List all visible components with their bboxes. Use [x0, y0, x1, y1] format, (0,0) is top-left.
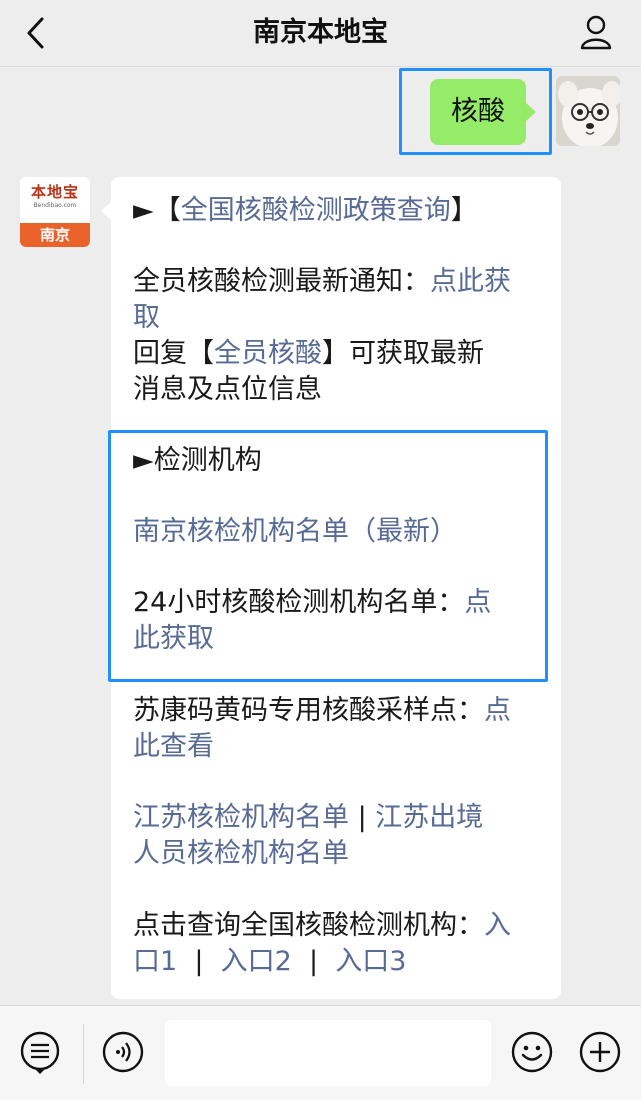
reply-line-2b: 取	[133, 300, 543, 336]
reply-line-5: ►检测机构	[133, 443, 543, 479]
dog-avatar-image	[556, 76, 620, 146]
profile-button[interactable]	[579, 14, 613, 50]
reply-line-2: 全员核酸检测最新通知：点此获	[133, 264, 543, 300]
national-query-text: 点击查询全国核酸检测机构：	[133, 910, 484, 941]
policy-prefix: ►【	[133, 195, 181, 226]
voice-icon	[102, 1031, 144, 1073]
nanjing-list-link[interactable]: 南京核检机构名单（最新）	[133, 516, 457, 547]
received-message-bubble: ►【全国核酸检测政策查询】 全员核酸检测最新通知：点此获 取 回复【全员核酸】可…	[101, 177, 561, 999]
reply-hint-prefix: 回复【	[133, 338, 214, 369]
bot-avatar-brand: 本地宝	[30, 183, 79, 201]
reply-line-13: 点击查询全国核酸检测机构：入	[133, 908, 543, 944]
chat-area: 核酸 本地宝 Bendibao.com 南京 ►【全国核酸检测政策查询】 全员核…	[0, 67, 641, 1005]
bot-avatar-top: 本地宝 Bendibao.com	[20, 177, 90, 223]
reply-line-11: 江苏核检机构名单 | 江苏出境	[133, 800, 543, 836]
person-icon	[580, 15, 612, 50]
bottom-input-bar	[0, 1005, 641, 1100]
sent-message-bubble[interactable]: 核酸	[430, 79, 536, 145]
jiangsu-exit-link[interactable]: 江苏出境	[375, 802, 483, 833]
bot-avatar-city: 南京	[20, 223, 90, 247]
policy-suffix: 】	[450, 195, 478, 226]
jiangsu-list-link[interactable]: 江苏核检机构名单	[133, 802, 349, 833]
plus-button[interactable]	[578, 1030, 622, 1074]
reply-line-3: 回复【全员核酸】可获取最新	[133, 336, 543, 372]
reply-line-12: 人员核检机构名单	[133, 836, 543, 872]
reply-hint-suffix: 】可获取最新	[322, 338, 484, 369]
menu-button[interactable]	[18, 1030, 62, 1074]
entry-separator-2: |	[291, 946, 336, 977]
reply-line-14: 口1 | 入口2 | 入口3	[133, 944, 543, 980]
voice-button[interactable]	[101, 1030, 145, 1074]
top-bar: 南京本地宝	[0, 0, 641, 67]
yellow-code-text: 苏康码黄码专用核酸采样点：	[133, 695, 484, 726]
notice-link-cont[interactable]: 取	[133, 302, 160, 333]
notice-link[interactable]: 点此获	[430, 266, 511, 297]
reply-line-9: 苏康码黄码专用核酸采样点：点	[133, 693, 543, 729]
24h-list-text: 24小时核酸检测机构名单：	[133, 587, 465, 618]
bot-avatar-sub: Bendibao.com	[33, 202, 77, 209]
reply-line-10: 此查看	[133, 729, 543, 765]
smiley-icon	[511, 1031, 553, 1073]
entry-1-link[interactable]: 入	[484, 910, 511, 941]
page-title: 南京本地宝	[253, 17, 388, 48]
reply-line-4: 消息及点位信息	[133, 372, 543, 408]
24h-list-link[interactable]: 点	[464, 587, 491, 618]
link-separator: |	[349, 802, 376, 833]
bar-divider	[83, 1024, 84, 1084]
emoji-button[interactable]	[510, 1030, 554, 1074]
self-avatar[interactable]	[556, 76, 620, 146]
entry-1-link-cont[interactable]: 口1	[133, 946, 177, 977]
bot-avatar[interactable]: 本地宝 Bendibao.com 南京	[20, 177, 90, 247]
national-policy-link[interactable]: 全国核酸检测政策查询	[181, 195, 451, 226]
reply-line-7: 24小时核酸检测机构名单：点	[133, 585, 543, 621]
yellow-code-link[interactable]: 点	[484, 695, 511, 726]
entry-2-link[interactable]: 入口2	[221, 946, 292, 977]
24h-list-link-cont[interactable]: 此获取	[133, 623, 214, 654]
yellow-code-link-cont[interactable]: 此查看	[133, 731, 214, 762]
entry-separator-1: |	[177, 946, 221, 977]
reply-line-6: 南京核检机构名单（最新）	[133, 514, 543, 550]
message-input[interactable]	[165, 1020, 491, 1086]
institutions-heading: ►检测机构	[133, 445, 262, 476]
entry-3-link[interactable]: 入口3	[335, 946, 406, 977]
menu-list-icon	[20, 1031, 60, 1074]
plus-icon	[579, 1031, 621, 1073]
notice-text: 全员核酸检测最新通知：	[133, 266, 430, 297]
jiangsu-exit-link-cont[interactable]: 人员核检机构名单	[133, 838, 349, 869]
reply-line-1: ►【全国核酸检测政策查询】	[133, 193, 543, 229]
all-staff-test-link[interactable]: 全员核酸	[214, 338, 322, 369]
reply-hint-tail: 消息及点位信息	[133, 374, 322, 405]
reply-line-8: 此获取	[133, 621, 543, 657]
